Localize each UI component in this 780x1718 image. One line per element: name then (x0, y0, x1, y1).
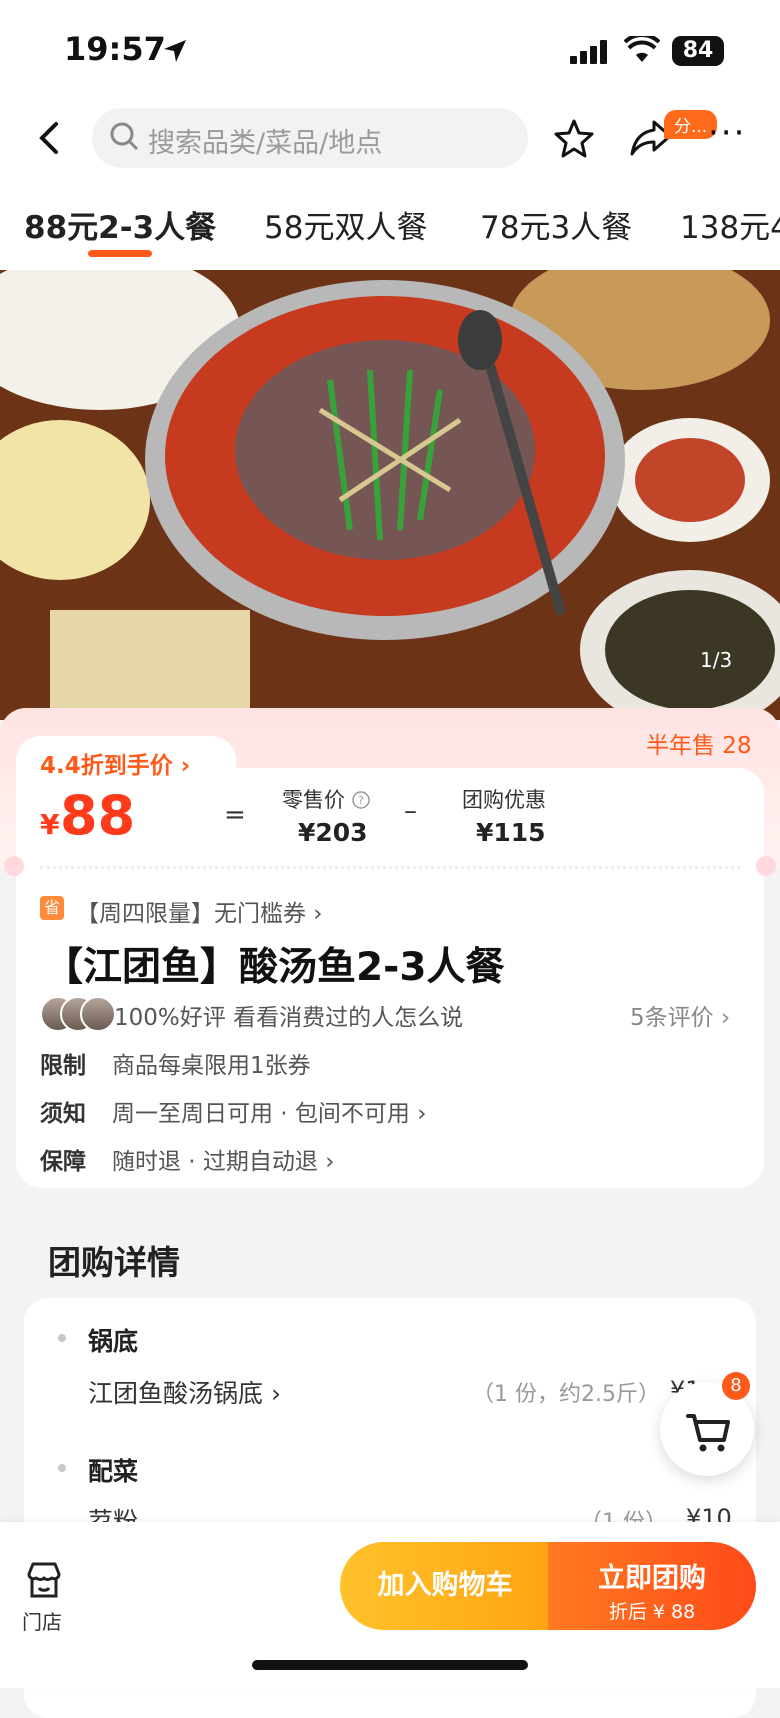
reviews-link[interactable]: 5条评价 › (630, 998, 730, 1032)
coupon-link[interactable]: 【周四限量】无门槛券 › (76, 894, 323, 928)
image-counter: 1/3 (700, 648, 733, 672)
svg-text:?: ? (358, 794, 364, 807)
tab-78-three[interactable]: 78元3人餐 (480, 202, 632, 247)
section-name: 锅底 (88, 1327, 139, 1356)
add-to-cart-button[interactable]: 加入购物车 (340, 1542, 550, 1630)
ticket-notch-left (4, 856, 24, 876)
sold-count: 半年售 28 (646, 733, 752, 759)
item-name[interactable]: 江团鱼酸汤锅底 › (88, 1374, 281, 1410)
battery-indicator: 84 (672, 36, 724, 66)
guarantee-label: 保障 (40, 1149, 86, 1175)
store-icon[interactable] (24, 1560, 64, 1600)
dashed-divider (40, 866, 740, 869)
buy-now-button[interactable]: 立即团购 折后 ¥ 88 (548, 1542, 756, 1630)
retail-price-value: ¥203 (298, 818, 368, 847)
signal-icon (570, 40, 607, 64)
deal-title: 【江团鱼】酸汤鱼2-3人餐 (44, 945, 505, 990)
item-qty: （1 份，约2.5斤） (472, 1382, 660, 1407)
tab-138-four[interactable]: 138元4 (680, 202, 780, 247)
buy-now-label: 立即团购 (598, 1563, 706, 1594)
price-currency: ¥ (40, 808, 60, 841)
retail-label-text: 零售价 (282, 788, 345, 812)
more-icon[interactable]: ··· (708, 116, 746, 150)
search-icon (110, 122, 139, 151)
guarantee-value[interactable]: 随时退 · 过期自动退 › (112, 1142, 334, 1176)
notice-label: 须知 (40, 1101, 86, 1127)
limit-label: 限制 (40, 1053, 86, 1079)
status-time: 19:57 (64, 30, 166, 68)
wifi-icon (624, 36, 660, 62)
group-discount-value: ¥115 (476, 818, 546, 847)
final-price: 88 (60, 784, 136, 847)
good-rate-text[interactable]: 100%好评 看看消费过的人怎么说 (114, 998, 463, 1032)
tab-88-2-3[interactable]: 88元2-3人餐 (24, 202, 216, 247)
minus-sign: – (404, 796, 417, 826)
retail-price-label[interactable]: 零售价 ? (282, 784, 370, 814)
help-icon[interactable]: ? (351, 791, 370, 809)
save-badge-icon: 省 (40, 896, 64, 920)
ticket-notch-right (756, 856, 776, 876)
search-placeholder[interactable]: 搜索品类/菜品/地点 (148, 121, 382, 160)
favorite-star-icon[interactable] (554, 118, 594, 158)
product-photo[interactable] (0, 270, 780, 720)
bullet (58, 1334, 66, 1342)
equals-sign: = (224, 800, 246, 830)
limit-value: 商品每桌限用1张券 (112, 1053, 311, 1079)
tab-58-double[interactable]: 58元双人餐 (264, 202, 427, 247)
discount-label[interactable]: 4.4折到手价 › (40, 746, 190, 780)
back-arrow-icon[interactable] (30, 118, 70, 158)
bullet (58, 1464, 66, 1472)
home-indicator[interactable] (252, 1660, 528, 1670)
details-title: 团购详情 (48, 1243, 180, 1282)
location-arrow-icon (164, 40, 186, 62)
section-name: 配菜 (88, 1457, 139, 1486)
active-tab-underline (88, 250, 152, 257)
store-label[interactable]: 门店 (22, 1606, 62, 1635)
notice-value[interactable]: 周一至周日可用 · 包间不可用 › (112, 1094, 426, 1128)
buy-now-price: 折后 ¥ 88 (608, 1601, 696, 1623)
group-discount-label: 团购优惠 (462, 788, 546, 812)
avatar (80, 996, 116, 1032)
cart-count-badge: 8 (722, 1372, 750, 1400)
